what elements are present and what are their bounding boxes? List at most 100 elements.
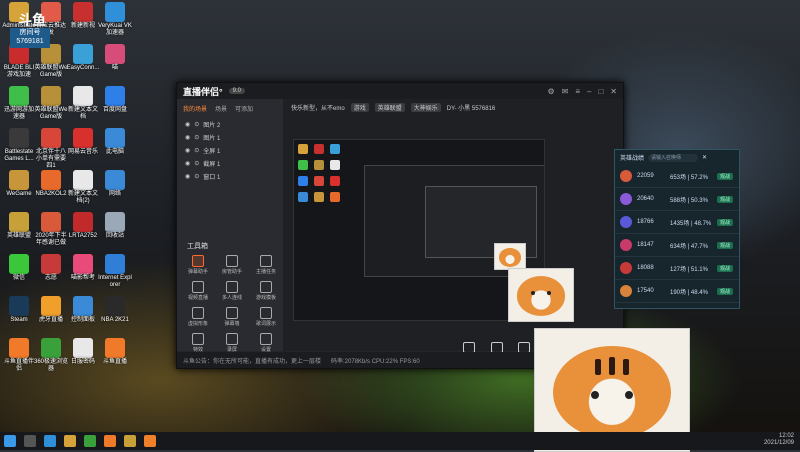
app-icon: [105, 2, 125, 22]
lock-icon[interactable]: ⊙: [194, 121, 199, 128]
desktop-icon[interactable]: 英雄联盟: [2, 212, 36, 240]
streaming-app-taskbar-icon[interactable]: [144, 435, 156, 447]
lock-icon[interactable]: ⊙: [194, 160, 199, 167]
eye-icon[interactable]: ◉: [185, 147, 190, 154]
desktop-icon[interactable]: 网易云音乐: [66, 128, 100, 156]
tab-my-scenes[interactable]: 我的场景: [183, 104, 207, 113]
desktop-icon[interactable]: BLADE BLI游戏加速: [2, 44, 36, 79]
desktop-icon[interactable]: 新建文本文档: [66, 86, 100, 121]
tool-button[interactable]: 设置: [251, 333, 281, 353]
desktop-icon[interactable]: 2020年下半年感谢已做: [34, 212, 68, 247]
chrome-icon[interactable]: [84, 435, 96, 447]
lock-icon[interactable]: ⊙: [194, 147, 199, 154]
scene-item[interactable]: ◉ ⊙ 截屏 1: [177, 157, 283, 170]
explorer-icon[interactable]: [64, 435, 76, 447]
watch-button[interactable]: 观战: [717, 241, 734, 249]
desktop-icon[interactable]: 北京伴十八小单有需要四1: [34, 128, 68, 170]
desktop-icon[interactable]: VeryKuai VK加速器: [98, 2, 132, 37]
tool-button[interactable]: 弹幕助手: [183, 255, 213, 275]
desktop-icon[interactable]: 喵影帮考: [66, 254, 100, 282]
desktop-icon[interactable]: NBA 2K21: [98, 296, 132, 324]
watch-button[interactable]: 观战: [717, 195, 734, 203]
tool-button[interactable]: 特效: [183, 333, 213, 353]
tag-game[interactable]: 游戏: [350, 103, 369, 112]
watch-button[interactable]: 观战: [717, 287, 734, 295]
close-icon[interactable]: ✕: [610, 87, 617, 96]
lock-icon[interactable]: ⊙: [194, 173, 199, 180]
tag-category[interactable]: 英雄联盟: [374, 103, 405, 112]
tab-scenes[interactable]: 场景: [215, 104, 227, 113]
tool-button[interactable]: 弹幕墙: [217, 307, 247, 327]
desktop-icon[interactable]: Steam: [2, 296, 36, 324]
maximize-icon[interactable]: □: [598, 87, 603, 96]
desktop-icon[interactable]: 迅游网游加速器: [2, 86, 36, 121]
desktop-icon-label: 喵影帮考: [70, 275, 95, 281]
desktop-icon[interactable]: 新建文本文档(2): [66, 170, 100, 205]
douyu-taskbar-icon[interactable]: [104, 435, 116, 447]
scene-item[interactable]: ◉ ⊙ 图片 2: [177, 118, 283, 131]
desktop-icon[interactable]: WeGame: [2, 170, 36, 198]
desktop-icon[interactable]: EasyConn...: [66, 44, 100, 72]
desktop-icon[interactable]: 网络: [98, 170, 132, 198]
desktop-icon[interactable]: LRTA2752: [66, 212, 100, 240]
desktop-icon[interactable]: Internet Explorer: [98, 254, 132, 289]
lock-icon[interactable]: ⊙: [194, 134, 199, 141]
task-view-icon[interactable]: [24, 435, 36, 447]
desktop-icon[interactable]: 斗鱼直播: [98, 338, 132, 366]
scene-item[interactable]: ◉ ⊙ 全屏 1: [177, 144, 283, 157]
tool-button[interactable]: 视频直播: [183, 281, 213, 301]
desktop-icon[interactable]: 志愿: [34, 254, 68, 282]
watch-button[interactable]: 观战: [717, 264, 734, 272]
message-icon[interactable]: ✉: [562, 87, 569, 96]
eye-icon[interactable]: ◉: [185, 160, 190, 167]
watch-button[interactable]: 观战: [717, 172, 734, 180]
settings-icon[interactable]: ⚙: [547, 87, 554, 96]
rank-score: 20640: [637, 196, 654, 202]
lol-taskbar-icon[interactable]: [124, 435, 136, 447]
champion-avatar: [620, 262, 632, 274]
desktop-icon[interactable]: 喵: [98, 44, 132, 72]
desktop-icon[interactable]: 百度网盘: [98, 86, 132, 114]
desktop-icon-label: 志愿: [44, 275, 57, 281]
desktop-icon[interactable]: 英雄联盟WeGame版: [34, 86, 68, 121]
tool-button[interactable]: 歌词展示: [251, 307, 281, 327]
rank-row: 20640 588场 | 50.3% 观战: [615, 188, 739, 211]
eye-icon[interactable]: ◉: [185, 134, 190, 141]
tool-button[interactable]: 多人连线: [217, 281, 247, 301]
app-icon: [73, 212, 93, 232]
close-icon[interactable]: ✕: [702, 154, 707, 161]
minimize-icon[interactable]: –: [587, 87, 591, 96]
desktop-icon[interactable]: 新建新视: [66, 2, 100, 30]
eye-icon[interactable]: ◉: [185, 173, 190, 180]
desktop-icon[interactable]: 虎牙直播: [34, 296, 68, 324]
tool-button[interactable]: 录屏: [217, 333, 247, 353]
desktop-icon-label: 网易云音乐: [67, 149, 98, 155]
desktop-icon[interactable]: 日服密码: [66, 338, 100, 366]
desktop-icon[interactable]: 控制面板: [66, 296, 100, 324]
summoner-search-input[interactable]: 请输入召唤师: [648, 153, 699, 162]
edge-icon[interactable]: [44, 435, 56, 447]
tag-extra[interactable]: 大神娱乐: [410, 103, 441, 112]
desktop-icon[interactable]: 360极速浏览器: [34, 338, 68, 373]
desktop-icon[interactable]: 英雄联盟WeGame版: [34, 44, 68, 79]
eye-icon[interactable]: ◉: [185, 121, 190, 128]
scene-item[interactable]: ◉ ⊙ 图片 1: [177, 131, 283, 144]
tab-addable[interactable]: 可添加: [235, 104, 253, 113]
tool-button[interactable]: 房管助手: [217, 255, 247, 275]
desktop-icon[interactable]: Battlestate Games L...: [2, 128, 36, 163]
watch-button[interactable]: 观战: [717, 218, 734, 226]
scene-item[interactable]: ◉ ⊙ 窗口 1: [177, 170, 283, 183]
windows-start-icon[interactable]: [4, 435, 16, 447]
tool-button[interactable]: 虚拟形象: [183, 307, 213, 327]
preview-desktop-icons: [298, 144, 340, 202]
desktop-icon[interactable]: 微信: [2, 254, 36, 282]
menu-icon[interactable]: ≡: [575, 87, 580, 96]
desktop-icon[interactable]: 斗鱼直播伴侣: [2, 338, 36, 373]
scene-label: 图片 1: [203, 136, 221, 142]
desktop-icon[interactable]: 回收站: [98, 212, 132, 240]
tool-button[interactable]: 主播任务: [251, 255, 281, 275]
tool-button[interactable]: 游戏模板: [251, 281, 281, 301]
stream-title[interactable]: 快乐新型，从不emo: [291, 103, 345, 112]
desktop-icon[interactable]: 此电脑: [98, 128, 132, 156]
desktop-icon[interactable]: NBA2KOL2: [34, 170, 68, 198]
